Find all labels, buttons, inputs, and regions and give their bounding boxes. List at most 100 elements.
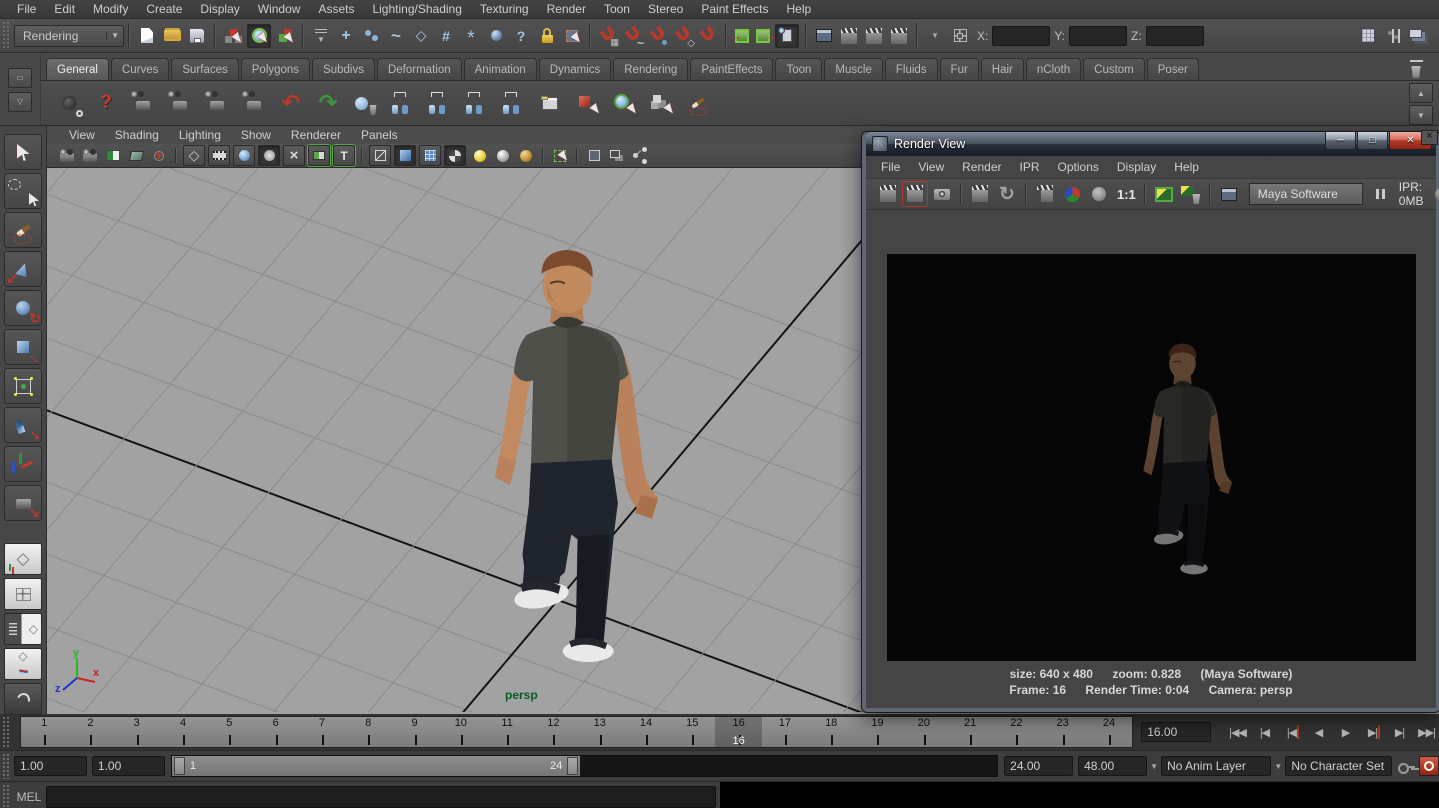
menu-window[interactable]: Window	[249, 2, 310, 16]
panel-menu-show[interactable]: Show	[231, 128, 281, 142]
mask-surfaces-button[interactable]	[410, 25, 432, 47]
anim-layer-dropdown-icon[interactable]	[1147, 755, 1161, 777]
input-connections-button[interactable]	[733, 28, 751, 44]
safe-action-button[interactable]	[308, 145, 330, 166]
frame-cell-9[interactable]: 9	[391, 717, 437, 747]
playback-range[interactable]: 1 24	[172, 756, 581, 776]
set-key-icon[interactable]	[1396, 758, 1416, 774]
shelf-tab-polygons[interactable]: Polygons	[241, 58, 310, 80]
parent-button[interactable]	[387, 88, 417, 118]
flat-lighting-button[interactable]	[493, 146, 513, 165]
unparent-button[interactable]	[498, 88, 528, 118]
remove-image-button[interactable]	[1179, 182, 1203, 206]
rangebar-grip[interactable]	[2, 753, 10, 779]
refresh-ipr-button[interactable]	[995, 182, 1019, 206]
mask-misc-button[interactable]	[510, 25, 532, 47]
frame-cell-3[interactable]: 3	[114, 717, 160, 747]
safe-title-button[interactable]	[333, 145, 355, 166]
step-back-key-button[interactable]: |◀	[1279, 721, 1304, 743]
wireframe-on-shaded-button[interactable]	[584, 146, 604, 165]
rendered-image[interactable]	[887, 254, 1416, 661]
step-back-frame-button[interactable]: |◀	[1252, 721, 1277, 743]
select-component-button[interactable]	[646, 88, 676, 118]
render-view-menu-render[interactable]: Render	[953, 160, 1010, 174]
shelf-scroll-up-button[interactable]	[1409, 83, 1433, 103]
shelf-tab-dynamics[interactable]: Dynamics	[539, 58, 611, 80]
time-slider[interactable]: 1 2 3 4 5 6 7 8	[20, 716, 1133, 748]
animation-end-field[interactable]: 48.00	[1078, 756, 1147, 776]
cmdline-grip[interactable]	[2, 784, 10, 808]
show-channel-box-button[interactable]	[1357, 25, 1379, 47]
show-manipulator-tool[interactable]	[4, 446, 42, 482]
panel-menu-panels[interactable]: Panels	[351, 128, 408, 142]
toolbar-grip[interactable]	[2, 21, 10, 50]
render-view-menu-display[interactable]: Display	[1108, 160, 1165, 174]
region-render-button[interactable]	[1033, 182, 1057, 206]
go-to-start-button[interactable]: |◀◀	[1225, 721, 1250, 743]
hypergraph-button[interactable]	[535, 88, 565, 118]
group-button[interactable]	[424, 88, 454, 118]
shelf-scroll-down-button[interactable]	[1409, 105, 1433, 125]
menu-assets[interactable]: Assets	[309, 2, 363, 16]
resolution-gate-button[interactable]	[233, 145, 255, 166]
quick-select-button[interactable]	[949, 25, 971, 47]
default-lighting-button[interactable]	[470, 146, 490, 165]
playback-end-field[interactable]: 24.00	[1004, 756, 1073, 776]
layout-persp-outliner-button[interactable]	[4, 613, 42, 645]
play-forwards-button[interactable]: ▶	[1333, 721, 1358, 743]
step-forward-frame-button[interactable]: ▶|	[1387, 721, 1412, 743]
no-lighting-button[interactable]	[516, 146, 536, 165]
delete-button[interactable]	[350, 88, 380, 118]
image-plane-button[interactable]	[126, 146, 146, 165]
selection-mask-preset-dropdown[interactable]	[310, 25, 332, 47]
bookmarks-button[interactable]	[103, 146, 123, 165]
render-current-frame-button[interactable]	[838, 25, 860, 47]
mel-input[interactable]	[46, 786, 716, 808]
current-time-field[interactable]: 16.00	[1141, 722, 1211, 742]
anim-layer-field[interactable]: No Anim Layer	[1161, 756, 1271, 776]
smooth-shade-button[interactable]	[394, 145, 416, 166]
render-view-menu-help[interactable]: Help	[1165, 160, 1208, 174]
output-connections-button[interactable]	[754, 28, 772, 44]
construction-history-button[interactable]	[775, 24, 799, 48]
rgb-channels-button[interactable]	[1060, 182, 1084, 206]
wireframe-button[interactable]	[369, 145, 391, 166]
track-tool-button[interactable]	[165, 88, 195, 118]
frame-cell-13[interactable]: 13	[577, 717, 623, 747]
textured-button[interactable]	[419, 145, 441, 166]
new-scene-button[interactable]	[136, 25, 158, 47]
frame-cell-18[interactable]: 18	[808, 717, 854, 747]
2d-pan-zoom-button[interactable]	[149, 146, 169, 165]
shelf-tab-animation[interactable]: Animation	[464, 58, 537, 80]
shelf-help-button[interactable]	[91, 88, 121, 118]
render-view-menu-file[interactable]: File	[872, 160, 909, 174]
ipr-render-button[interactable]	[968, 182, 992, 206]
frame-cell-23[interactable]: 23	[1040, 717, 1086, 747]
frame-cell-11[interactable]: 11	[484, 717, 530, 747]
frame-cell-16[interactable]: 16 16	[715, 717, 761, 747]
menu-edit[interactable]: Edit	[45, 2, 84, 16]
shelf-tab-hair[interactable]: Hair	[981, 58, 1024, 80]
menu-set-dropdown[interactable]: Rendering ▼	[14, 25, 124, 47]
render-view-menu-ipr[interactable]: IPR	[1011, 160, 1049, 174]
shelf-tab-fur[interactable]: Fur	[940, 58, 979, 80]
mask-rendering-button[interactable]	[485, 25, 507, 47]
menu-lighting-shading[interactable]: Lighting/Shading	[363, 2, 470, 16]
frame-cell-5[interactable]: 5	[206, 717, 252, 747]
range-slider-track[interactable]: 1 24	[171, 755, 998, 777]
zoom-ratio-button[interactable]: 1:1	[1113, 187, 1140, 202]
panel-menu-shading[interactable]: Shading	[105, 128, 169, 142]
ungroup-button[interactable]	[461, 88, 491, 118]
frame-cell-19[interactable]: 19	[854, 717, 900, 747]
zoom-tool-button[interactable]	[239, 88, 269, 118]
redo-button[interactable]	[313, 88, 343, 118]
open-render-settings-button[interactable]	[1217, 182, 1241, 206]
undo-button[interactable]	[276, 88, 306, 118]
open-render-view-button[interactable]	[813, 25, 835, 47]
shelf-tab-poser[interactable]: Poser	[1147, 58, 1199, 80]
panel-menu-view[interactable]: View	[59, 128, 105, 142]
field-chart-button[interactable]	[283, 145, 305, 166]
shelf-tab-toon[interactable]: Toon	[775, 58, 822, 80]
mask-deformations-button[interactable]	[435, 25, 457, 47]
use-all-lights-button[interactable]	[444, 145, 466, 166]
